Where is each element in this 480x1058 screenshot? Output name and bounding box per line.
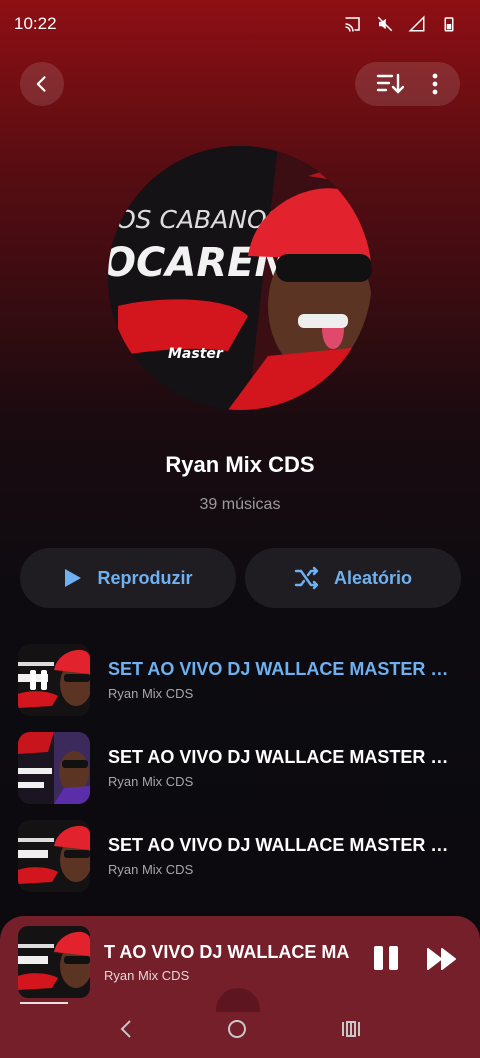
battery-icon [444,17,454,32]
track-title: SET AO VIVO DJ WALLACE MASTER O... [108,835,450,855]
header-actions [355,62,460,106]
shuffle-icon [294,566,319,590]
pause-icon-bar [374,946,383,970]
status-time: 10:22 [14,14,57,33]
track-artist: Ryan Mix CDS [108,862,194,877]
cover-line-3: Master [168,346,224,362]
cover-art: OS CABANOS OCARENA Master [108,146,372,410]
mute-icon [377,16,393,32]
track-row[interactable]: SET AO VIVO DJ WALLACE MASTER O... Ryan … [18,820,468,892]
fast-forward-icon [427,948,456,970]
status-icons [344,15,458,33]
mini-player-art [18,926,90,998]
mini-player-thumbnail [18,926,90,998]
shuffle-label: Aleatório [333,567,412,588]
next-button[interactable] [426,946,458,977]
nav-home-icon[interactable] [226,1018,248,1040]
now-playing-indicator [30,670,52,690]
sort-button[interactable] [376,72,405,96]
play-icon [65,569,82,587]
track-row[interactable]: SET AO VIVO DJ WALLACE MASTER O... Ryan … [18,644,468,716]
playlist-title: Ryan Mix CDS [165,452,315,477]
track-art [18,732,90,804]
more-options-button[interactable] [431,73,439,95]
nav-recents-icon[interactable] [340,1019,362,1039]
track-title: SET AO VIVO DJ WALLACE MASTER O... [108,747,450,767]
track-art [18,644,90,716]
track-info: SET AO VIVO DJ WALLACE MASTER O... Ryan … [108,747,468,789]
track-thumbnail [18,644,90,716]
status-bar: 10:22 [0,0,480,48]
playlist-cover: OS CABANOS OCARENA Master [108,146,372,410]
track-title: SET AO VIVO DJ WALLACE MASTER O... [108,659,450,679]
shuffle-button[interactable]: Aleatório [245,548,461,608]
signal-icon [408,15,425,32]
track-info: SET AO VIVO DJ WALLACE MASTER O... Ryan … [108,835,468,877]
track-artist: Ryan Mix CDS [108,686,194,701]
track-info: SET AO VIVO DJ WALLACE MASTER O... Ryan … [108,659,468,701]
play-all-label: Reproduzir [97,567,193,588]
cast-icon [345,17,360,32]
pause-icon-bar [389,946,398,970]
track-thumbnail [18,732,90,804]
play-all-button[interactable]: Reproduzir [20,548,236,608]
track-thumbnail [18,820,90,892]
chevron-left-icon [36,76,46,92]
track-row[interactable]: SET AO VIVO DJ WALLACE MASTER O... Ryan … [18,732,468,804]
track-art [18,820,90,892]
more-vertical-icon [432,73,438,95]
back-button[interactable] [20,62,64,106]
track-artist: Ryan Mix CDS [108,774,194,789]
mini-player-title: T AO VIVO DJ WALLACE MAST [104,942,350,962]
nav-back-icon[interactable] [118,1019,134,1039]
sort-icon [377,73,405,94]
mini-player-artist: Ryan Mix CDS [104,968,190,983]
pause-button[interactable] [372,946,400,976]
system-nav-bar [0,1000,480,1058]
track-count: 39 músicas [199,496,281,513]
